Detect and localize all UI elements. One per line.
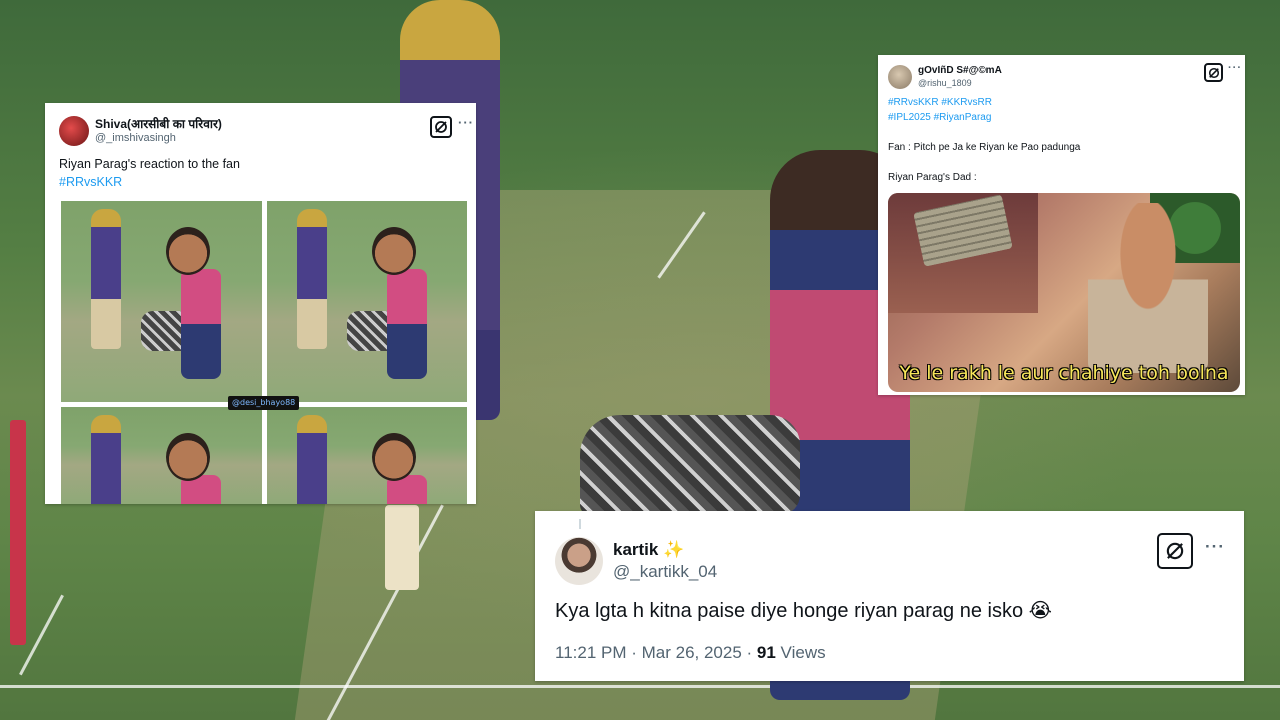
views-label: Views bbox=[775, 643, 826, 662]
media-grid[interactable]: @desi_bhayo88 bbox=[61, 201, 467, 504]
timestamp[interactable]: 11:21 PM · Mar 26, 2025 · bbox=[555, 643, 757, 662]
user-info: kartik ✨ @_kartikk_04 bbox=[613, 539, 717, 583]
user-info: Shiva(आरसीबी का परिवार) @_imshivasingh bbox=[95, 117, 222, 145]
media-panel[interactable] bbox=[266, 407, 467, 504]
media-panel[interactable] bbox=[61, 407, 262, 504]
fan-figure bbox=[580, 415, 800, 515]
tweet-line: Fan : Pitch pe Ja ke Riyan ke Pao padung… bbox=[888, 142, 1081, 153]
grok-icon[interactable] bbox=[1157, 533, 1193, 569]
stump bbox=[10, 420, 26, 645]
more-dots-icon[interactable]: ··· bbox=[1228, 62, 1242, 74]
tweet-meta: 11:21 PM · Mar 26, 2025 · 91 Views bbox=[535, 625, 1244, 663]
avatar[interactable] bbox=[555, 537, 603, 585]
media-watermark: @desi_bhayo88 bbox=[228, 396, 300, 410]
tweet-text: Riyan Parag's reaction to the fan #RRvsK… bbox=[45, 147, 476, 191]
crying-emoji: 😭 bbox=[1028, 600, 1053, 622]
hashtag-link[interactable]: #IPL2025 #RiyanParag bbox=[888, 110, 1235, 125]
display-name[interactable]: gOvIñD S#@©mA bbox=[918, 65, 1002, 77]
tweet-card[interactable]: gOvIñD S#@©mA @rishu_1809 ··· #RRvsKKR #… bbox=[878, 55, 1245, 395]
tweet-body: Riyan Parag's reaction to the fan bbox=[59, 157, 240, 171]
views-count: 91 bbox=[756, 643, 776, 662]
tweet-header: kartik ✨ @_kartikk_04 ··· bbox=[535, 511, 1244, 589]
bat bbox=[385, 505, 419, 590]
crease-line bbox=[0, 685, 1280, 688]
user-handle[interactable]: @_kartikk_04 bbox=[613, 561, 717, 583]
sparkle-emoji: ✨ bbox=[663, 540, 685, 559]
tweet-card[interactable]: Shiva(आरसीबी का परिवार) @_imshivasingh ·… bbox=[45, 103, 476, 504]
more-dots-icon[interactable]: ··· bbox=[1205, 537, 1225, 557]
display-name[interactable]: kartik ✨ bbox=[613, 539, 717, 561]
avatar[interactable] bbox=[888, 65, 912, 89]
media-panel[interactable] bbox=[266, 201, 467, 402]
hashtag-link[interactable]: #RRvsKKR bbox=[59, 173, 462, 191]
more-dots-icon[interactable]: ··· bbox=[458, 115, 474, 130]
avatar[interactable] bbox=[59, 116, 89, 146]
meme-caption: Ye le rakh le aur chahiye toh bolna bbox=[899, 362, 1229, 384]
tweet-line: Riyan Parag's Dad : bbox=[888, 172, 977, 183]
user-handle[interactable]: @rishu_1809 bbox=[918, 77, 1002, 89]
grok-icon[interactable] bbox=[1204, 63, 1223, 82]
tweet-text: #RRvsKKR #KKRvsRR #IPL2025 #RiyanParag F… bbox=[878, 91, 1245, 185]
tweet-header: Shiva(आरसीबी का परिवार) @_imshivasingh ·… bbox=[45, 103, 476, 147]
grok-icon[interactable] bbox=[430, 116, 452, 138]
tweet-text: Kya lgta h kitna paise diye honge riyan … bbox=[535, 589, 1244, 625]
tweet-header: gOvIñD S#@©mA @rishu_1809 ··· bbox=[878, 55, 1245, 91]
user-handle[interactable]: @_imshivasingh bbox=[95, 131, 222, 145]
tweet-card[interactable]: kartik ✨ @_kartikk_04 ··· Kya lgta h kit… bbox=[535, 511, 1244, 681]
meme-image[interactable]: Ye le rakh le aur chahiye toh bolna bbox=[888, 193, 1240, 392]
tweet-body: Kya lgta h kitna paise diye honge riyan … bbox=[555, 600, 1024, 622]
hashtag-link[interactable]: #RRvsKKR #KKRvsRR bbox=[888, 95, 1235, 110]
user-info: gOvIñD S#@©mA @rishu_1809 bbox=[918, 65, 1002, 89]
display-name[interactable]: Shiva(आरसीबी का परिवार) bbox=[95, 117, 222, 131]
media-panel[interactable] bbox=[61, 201, 262, 402]
